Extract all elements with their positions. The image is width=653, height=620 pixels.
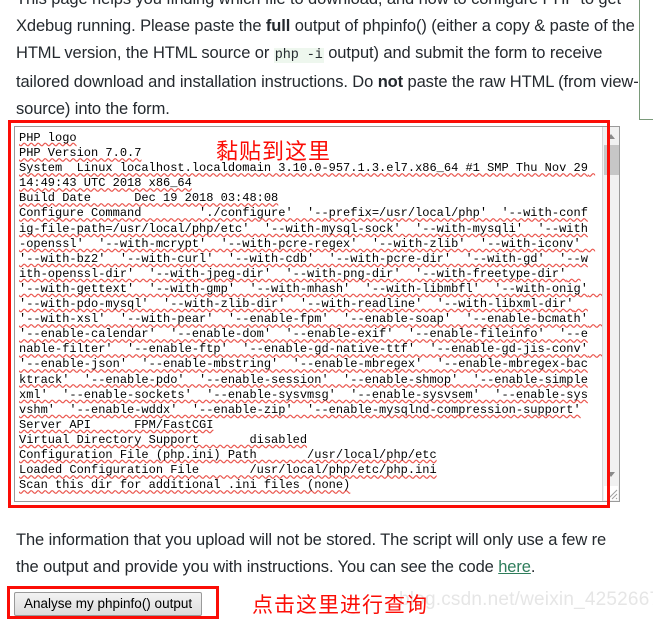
annotation-label-click-here: 点击这里进行查询 [252, 593, 428, 617]
lower-text-part-1: The information that you upload will not… [16, 531, 607, 549]
intro-line-clipped: This page helps you finding which file t… [16, 0, 576, 8]
intro-paragraph: This page helps you finding which file t… [16, 0, 644, 123]
code-here-link[interactable]: here [498, 558, 531, 576]
intro-bold-full: full [265, 17, 291, 35]
lower-text-part-3: . [530, 558, 536, 576]
annotation-label-paste-here: 黏贴到这里 [216, 140, 332, 165]
csdn-watermark: blog.csdn.net/weixin_42526674 [399, 589, 653, 610]
lower-paragraph: The information that you upload will not… [16, 527, 653, 581]
lower-text-part-2: the output and provide you with instruct… [16, 558, 499, 576]
intro-bold-not: not [377, 73, 404, 91]
inline-code-php-i: php -i [273, 48, 324, 63]
annotation-rect-textarea [8, 120, 610, 508]
annotation-rect-button [7, 586, 219, 619]
